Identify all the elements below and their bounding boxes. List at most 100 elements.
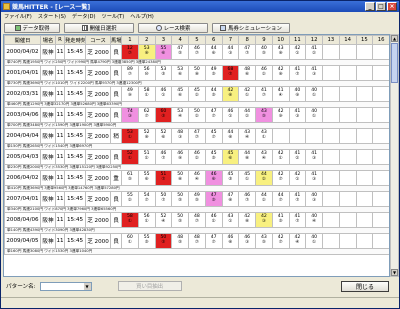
horse-cell[interactable]: 45 ⑤	[221, 170, 240, 186]
horse-cell[interactable]	[322, 44, 340, 60]
horse-cell[interactable]: 45 ①	[238, 170, 256, 186]
horse-cell[interactable]: 47 ⑦	[204, 107, 223, 123]
horse-cell[interactable]: 41 ③	[288, 107, 307, 123]
horse-cell[interactable]: 48 ⑦	[188, 212, 206, 228]
race-row[interactable]: 2003/04/06 阪神 11 15:45 芝 2000 良 74 ③ 62 ⑦ 60 ⑤ 53 ④ 50…	[4, 107, 389, 123]
horse-cell[interactable]: 56 ①	[137, 212, 156, 228]
col-time[interactable]: 発走時刻	[64, 35, 86, 45]
horse-cell[interactable]: 40 ①	[305, 86, 323, 102]
horse-cell[interactable]: 68 ⑦	[221, 65, 240, 81]
minimize-button[interactable]: _	[365, 2, 375, 11]
close-button[interactable]: 閉じる	[341, 281, 389, 292]
horse-cell[interactable]: 48 ⑥	[238, 65, 256, 81]
col-horse-14[interactable]: 14	[338, 35, 357, 45]
col-horse-1[interactable]: 1	[121, 35, 139, 45]
scroll-thumb[interactable]	[391, 43, 398, 83]
horse-cell[interactable]	[322, 149, 340, 165]
horse-cell[interactable]: 46 ⑦	[154, 149, 173, 165]
horse-cell[interactable]: 46 ①	[154, 86, 173, 102]
horse-cell[interactable]	[288, 128, 307, 144]
horse-cell[interactable]: 48 ⑦	[188, 233, 206, 249]
race-row[interactable]: 2004/04/04 阪神 11 15:45 芝 2000 稍 53 ① 52 ⑧ 52 ⑥ 48 ③ 47…	[4, 128, 389, 144]
horse-cell[interactable]: 43 ⑧	[271, 44, 290, 60]
horse-cell[interactable]: 47 ⑦	[188, 128, 206, 144]
horse-cell[interactable]: 42 ①	[271, 149, 290, 165]
horse-cell[interactable]	[322, 233, 340, 249]
col-place[interactable]: 場名	[40, 35, 56, 45]
col-horse-8[interactable]: 8	[238, 35, 256, 45]
horse-cell[interactable]	[338, 44, 357, 60]
horse-cell[interactable]	[322, 128, 340, 144]
horse-cell[interactable]: 50 ②	[188, 107, 206, 123]
horse-cell[interactable]	[271, 128, 290, 144]
horse-cell[interactable]: 54 ⑦	[137, 191, 156, 207]
horse-cell[interactable]	[322, 170, 340, 186]
horse-cell[interactable]: 46 ②	[188, 149, 206, 165]
horse-cell[interactable]	[305, 128, 323, 144]
horse-cell[interactable]: 89 ⑦	[121, 65, 139, 81]
horse-cell[interactable]: 44 ⑧	[238, 149, 256, 165]
horse-cell[interactable]: 41 ②	[288, 149, 307, 165]
horse-cell[interactable]: 42 ⑨	[271, 107, 290, 123]
col-course[interactable]: コース	[85, 35, 111, 45]
horse-cell[interactable]: 58 ①	[137, 86, 156, 102]
menu-file[interactable]: ファイル(F)	[4, 13, 32, 20]
col-horse-10[interactable]: 10	[271, 35, 290, 45]
horse-cell[interactable]	[372, 149, 389, 165]
col-horse-11[interactable]: 11	[288, 35, 307, 45]
horse-cell[interactable]: 56 ⑩	[137, 65, 156, 81]
horse-cell[interactable]: 53 ④	[171, 107, 189, 123]
horse-cell[interactable]: 46 ⑧	[221, 233, 240, 249]
horse-cell[interactable]	[322, 191, 340, 207]
horse-cell[interactable]: 47 ⑧	[221, 191, 240, 207]
horse-cell[interactable]: 40 ④	[305, 212, 323, 228]
col-race[interactable]: R	[55, 35, 65, 45]
horse-cell[interactable]: 53 ⑤	[154, 65, 173, 81]
horse-cell[interactable]: 53 ①	[121, 128, 139, 144]
horse-cell[interactable]	[338, 149, 357, 165]
horse-cell[interactable]: 44 ⑧	[221, 128, 240, 144]
horse-cell[interactable]: 60 ⑤	[154, 107, 173, 123]
horse-cell[interactable]: 61 ⑤	[121, 170, 139, 186]
horse-cell[interactable]: 42 ④	[288, 233, 307, 249]
horse-cell[interactable]: 42 ⑦	[271, 233, 290, 249]
horse-cell[interactable]: 40 ⑤	[255, 44, 273, 60]
horse-cell[interactable]: 41 ②	[305, 44, 323, 60]
col-horse-16[interactable]: 16	[372, 35, 389, 45]
horse-cell[interactable]: 41 ③	[305, 170, 323, 186]
horse-cell[interactable]: 53 ⑥	[171, 65, 189, 81]
horse-cell[interactable]: 52 ⑥	[154, 128, 173, 144]
col-horse-3[interactable]: 3	[154, 35, 173, 45]
horse-cell[interactable]: 45 ⑤	[204, 149, 223, 165]
horse-cell[interactable]	[372, 44, 389, 60]
horse-cell[interactable]: 50 ⑦	[154, 191, 173, 207]
horse-cell[interactable]: 43 ④	[238, 128, 256, 144]
horse-cell[interactable]: 51 ②	[137, 149, 156, 165]
horse-cell[interactable]: 41 ③	[305, 149, 323, 165]
horse-cell[interactable]: 53 ⑧	[137, 44, 156, 60]
horse-cell[interactable]: 41 ③	[305, 65, 323, 81]
horse-cell[interactable]: 45 ⑥	[171, 86, 189, 102]
maximize-button[interactable]: □	[376, 2, 386, 11]
buy-extract-button[interactable]: 買い目抽出	[117, 281, 182, 291]
horse-cell[interactable]: 50 ⑧	[171, 170, 189, 186]
horse-cell[interactable]: 44 ⑦	[271, 191, 290, 207]
col-horse-9[interactable]: 9	[255, 35, 273, 45]
horse-cell[interactable]: 47 ⑤	[171, 44, 189, 60]
horse-cell[interactable]	[372, 170, 389, 186]
horse-cell[interactable]: 52 ①	[121, 149, 139, 165]
horse-cell[interactable]: 49 ⑨	[121, 86, 139, 102]
horse-cell[interactable]	[355, 44, 374, 60]
horse-cell[interactable]: 44 ⑥	[204, 44, 223, 60]
horse-cell[interactable]	[322, 107, 340, 123]
horse-cell[interactable]	[338, 212, 357, 228]
horse-cell[interactable]	[372, 212, 389, 228]
horse-cell[interactable]: 42 ⑧	[271, 65, 290, 81]
horse-cell[interactable]	[355, 212, 374, 228]
horse-cell[interactable]: 44 ②	[255, 170, 273, 186]
horse-cell[interactable]: 58 ①	[121, 212, 139, 228]
horse-cell[interactable]: 41 ⑤	[271, 212, 290, 228]
horse-cell[interactable]	[322, 65, 340, 81]
chevron-down-icon[interactable]: ▼	[83, 282, 91, 290]
horse-cell[interactable]: 55 ⑥	[154, 44, 173, 60]
